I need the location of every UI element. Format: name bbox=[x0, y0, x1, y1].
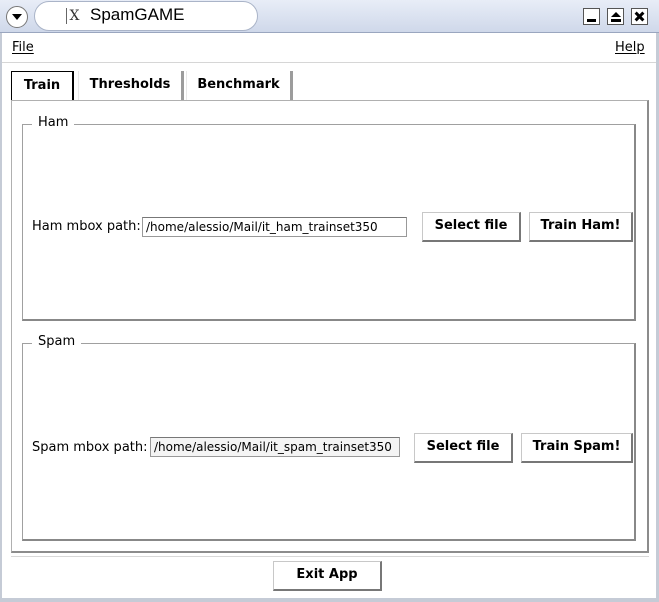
tab-thresholds[interactable]: Thresholds bbox=[78, 71, 184, 101]
ham-group-title: Ham bbox=[32, 115, 75, 130]
spam-group-title: Spam bbox=[32, 334, 82, 349]
title-bar: X SpamGAME bbox=[0, 0, 659, 33]
train-spam-button[interactable]: Train Spam! bbox=[521, 433, 633, 463]
tab-benchmark[interactable]: Benchmark bbox=[186, 71, 293, 101]
close-icon[interactable] bbox=[631, 8, 648, 25]
x-app-icon: X bbox=[66, 8, 82, 24]
tab-train[interactable]: Train bbox=[11, 71, 74, 101]
footer-divider bbox=[11, 556, 649, 557]
ham-path-input[interactable] bbox=[142, 217, 407, 237]
maximize-icon[interactable] bbox=[607, 8, 624, 25]
window-frame-bottom bbox=[0, 598, 659, 602]
menu-help[interactable]: Help bbox=[615, 40, 645, 55]
spam-select-file-button[interactable]: Select file bbox=[414, 433, 513, 463]
exit-app-button[interactable]: Exit App bbox=[273, 561, 382, 591]
train-ham-button[interactable]: Train Ham! bbox=[529, 212, 633, 242]
ham-path-label: Ham mbox path: bbox=[32, 219, 141, 234]
ham-select-file-button[interactable]: Select file bbox=[422, 212, 521, 242]
minimize-icon[interactable] bbox=[583, 8, 600, 25]
menu-file[interactable]: File bbox=[12, 40, 34, 55]
spam-path-input[interactable] bbox=[150, 437, 400, 457]
menu-bar: File Help bbox=[2, 33, 656, 63]
window-menu-icon[interactable] bbox=[6, 6, 28, 28]
window-title: SpamGAME bbox=[90, 5, 185, 24]
window-frame-left bbox=[0, 33, 2, 602]
spam-path-label: Spam mbox path: bbox=[32, 440, 148, 455]
